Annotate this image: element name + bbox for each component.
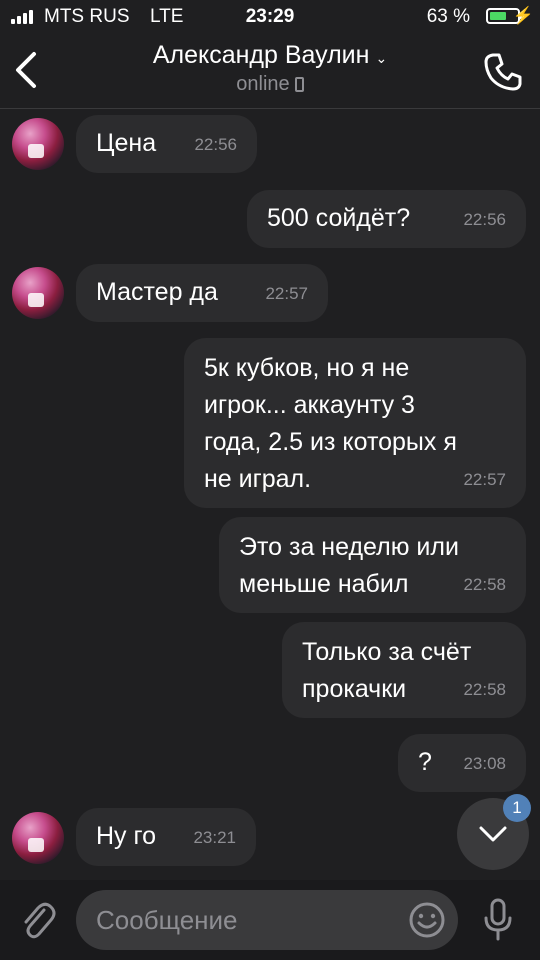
message-time: 22:56 [194,135,237,154]
message-bubble-outgoing[interactable]: ? 23:08 [398,734,526,792]
mobile-device-icon [294,77,304,93]
message-time: 22:57 [463,470,506,489]
call-button[interactable] [482,51,524,93]
message-time: 22:57 [265,284,308,303]
smile-icon [409,902,445,938]
status-bar: MTS RUS LTE 23:29 63 % ⚡ [0,0,540,36]
message-composer: Сообщение [0,880,540,960]
chat-title[interactable]: Александр Ваулин ⌄ [0,41,540,70]
message-placeholder: Сообщение [96,905,238,935]
microphone-icon [484,898,512,941]
chevron-down-icon [479,826,507,842]
message-bubble-incoming[interactable]: Ну го 23:21 [76,808,256,866]
phone-icon [484,53,522,91]
presence-status: online [0,73,540,96]
message-time: 23:21 [193,828,236,847]
unread-badge: 1 [503,794,531,822]
battery-percent: 63 % [426,6,470,27]
presence-label: online [236,73,290,95]
message-bubble-incoming[interactable]: Мастер да 22:57 [76,264,328,322]
message-time: 23:08 [463,754,506,773]
emoji-button[interactable] [408,901,446,939]
paperclip-icon [24,902,56,939]
chevron-down-icon: ⌄ [375,50,388,67]
avatar[interactable] [12,267,64,319]
message-bubble-outgoing[interactable]: Только за счёт прокачки 22:58 [282,622,526,718]
message-bubble-outgoing[interactable]: Это за неделю или меньше набил 22:58 [219,517,526,613]
message-bubble-incoming[interactable]: Цена 22:56 [76,115,257,173]
message-time: 22:58 [463,680,506,699]
message-time: 22:58 [463,575,506,594]
avatar[interactable] [12,812,64,864]
attach-button[interactable] [20,898,56,942]
contact-name: Александр Ваулин [152,41,370,69]
message-input[interactable]: Сообщение [76,890,458,950]
chat-header: Александр Ваулин ⌄ online [0,36,540,109]
message-bubble-outgoing[interactable]: 5к кубков, но я не игрок... аккаунту 3 г… [184,338,526,508]
voice-message-button[interactable] [482,898,514,942]
message-time: 22:56 [463,210,506,229]
avatar[interactable] [12,118,64,170]
message-text: 5к кубков, но я не игрок... аккаунту 3 г… [204,354,457,493]
message-bubble-outgoing[interactable]: 500 сойдёт? 22:56 [247,190,526,248]
charging-icon: ⚡ [512,6,534,25]
